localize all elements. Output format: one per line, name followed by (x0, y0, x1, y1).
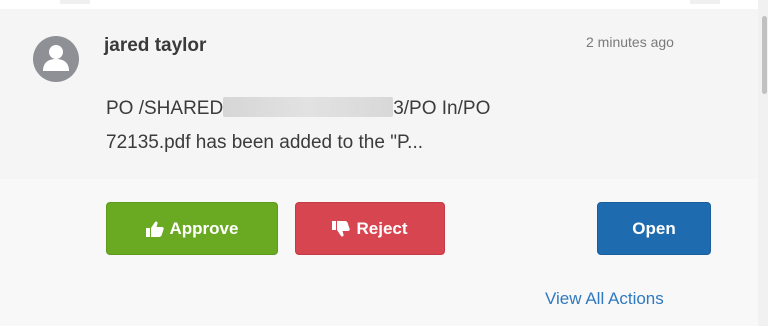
notification-message: PO /SHARED 3/PO In/PO 72135.pdf has been … (106, 92, 606, 160)
message-path-end: 3/PO In/PO (393, 98, 491, 119)
thumbs-down-icon (332, 220, 351, 237)
view-all-actions-link[interactable]: View All Actions (545, 289, 664, 309)
redacted-text (223, 97, 394, 117)
scrollbar-thumb[interactable] (762, 16, 767, 94)
timestamp: 2 minutes ago (586, 34, 674, 50)
open-label: Open (632, 218, 676, 238)
message-path-start: PO /SHARED (106, 98, 224, 119)
top-strip (0, 0, 768, 9)
message-line-2: 72135.pdf has been added to the "P... (106, 132, 423, 153)
message-line-1: PO /SHARED 3/PO In/PO (106, 92, 606, 126)
top-smudge (690, 0, 720, 4)
approve-button[interactable]: Approve (106, 202, 278, 255)
user-name: jared taylor (104, 35, 207, 56)
top-smudge (60, 0, 90, 4)
open-button[interactable]: Open (597, 202, 711, 255)
approve-label: Approve (169, 218, 239, 238)
thumbs-up-icon (145, 221, 164, 237)
reject-label: Reject (356, 218, 408, 238)
reject-button[interactable]: Reject (295, 202, 445, 255)
user-avatar-icon (33, 36, 79, 82)
